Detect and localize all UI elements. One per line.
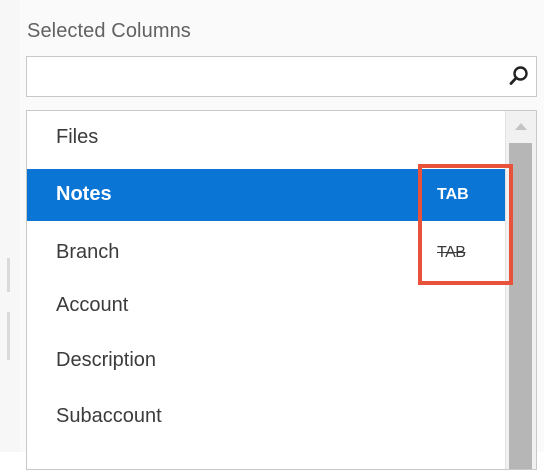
list-item-label: Branch <box>56 241 120 263</box>
scroll-thumb[interactable] <box>509 143 532 469</box>
list-item[interactable]: Files <box>27 112 505 164</box>
selected-columns-list[interactable]: Files Notes TAB Branch TAB Account Descr… <box>26 110 537 470</box>
splitter-handle-lower[interactable] <box>7 312 10 360</box>
list-item-label: Description <box>56 349 157 371</box>
list-item-label: Account <box>56 294 129 316</box>
list-item-label: Subaccount <box>56 405 162 427</box>
selected-columns-panel: Selected Columns Files Notes TAB Branch … <box>20 0 544 470</box>
tab-marker-struck: TAB <box>437 244 466 261</box>
list-scrollbar[interactable] <box>505 111 536 469</box>
list-item[interactable]: Description <box>27 335 505 387</box>
list-item[interactable]: Branch TAB <box>27 227 505 279</box>
scroll-up-arrow-icon[interactable] <box>515 123 527 130</box>
splitter-handle[interactable] <box>7 258 10 292</box>
list-item[interactable]: Subaccount <box>27 391 505 443</box>
search-icon[interactable] <box>508 65 530 87</box>
search-box[interactable] <box>26 56 537 97</box>
list-item-label: Notes <box>56 183 112 205</box>
panel-title: Selected Columns <box>27 20 191 42</box>
list-item-selected[interactable]: Notes TAB <box>27 169 505 221</box>
list-item[interactable]: Account <box>27 280 505 332</box>
list-item-label: Files <box>56 126 99 148</box>
left-gutter <box>0 0 20 452</box>
search-input[interactable] <box>27 57 497 96</box>
tab-marker: TAB <box>437 186 469 203</box>
